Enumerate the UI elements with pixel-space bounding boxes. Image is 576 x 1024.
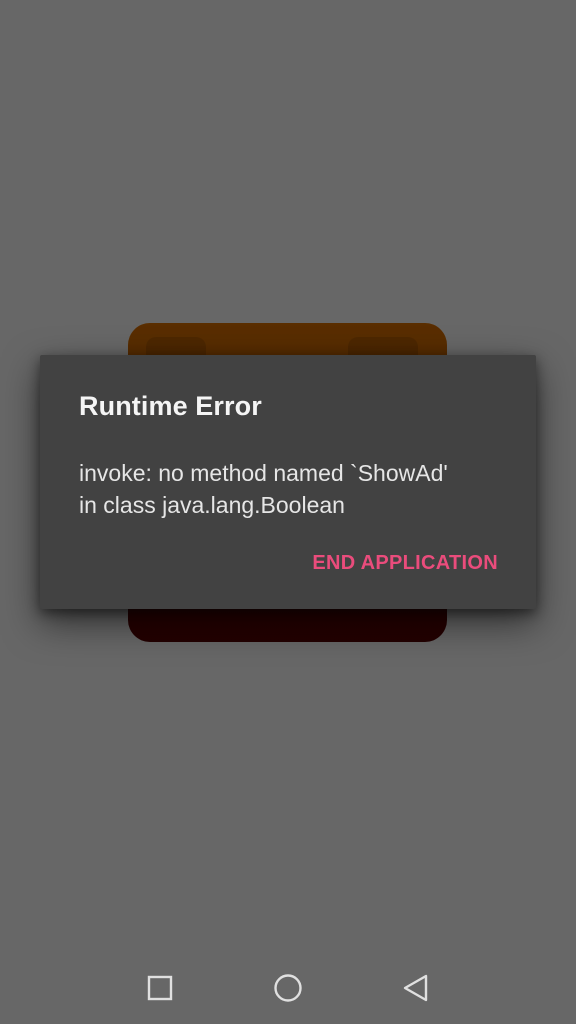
dialog-title: Runtime Error — [79, 391, 262, 421]
home-icon — [274, 974, 302, 1002]
back-button[interactable] — [388, 960, 444, 1016]
dialog-message: invoke: no method named `ShowAd' in clas… — [79, 457, 509, 521]
end-application-button[interactable]: END APPLICATION — [312, 552, 498, 575]
dialog-message-line-1: invoke: no method named `ShowAd' — [79, 460, 448, 486]
screen: Runtime Error invoke: no method named `S… — [0, 0, 576, 1024]
navigation-bar — [0, 952, 576, 1024]
home-button[interactable] — [260, 960, 316, 1016]
runtime-error-dialog: Runtime Error invoke: no method named `S… — [40, 355, 536, 609]
dialog-message-line-2: in class java.lang.Boolean — [79, 492, 345, 518]
back-icon — [403, 974, 428, 1002]
recents-icon — [147, 975, 173, 1001]
recents-button[interactable] — [132, 960, 188, 1016]
